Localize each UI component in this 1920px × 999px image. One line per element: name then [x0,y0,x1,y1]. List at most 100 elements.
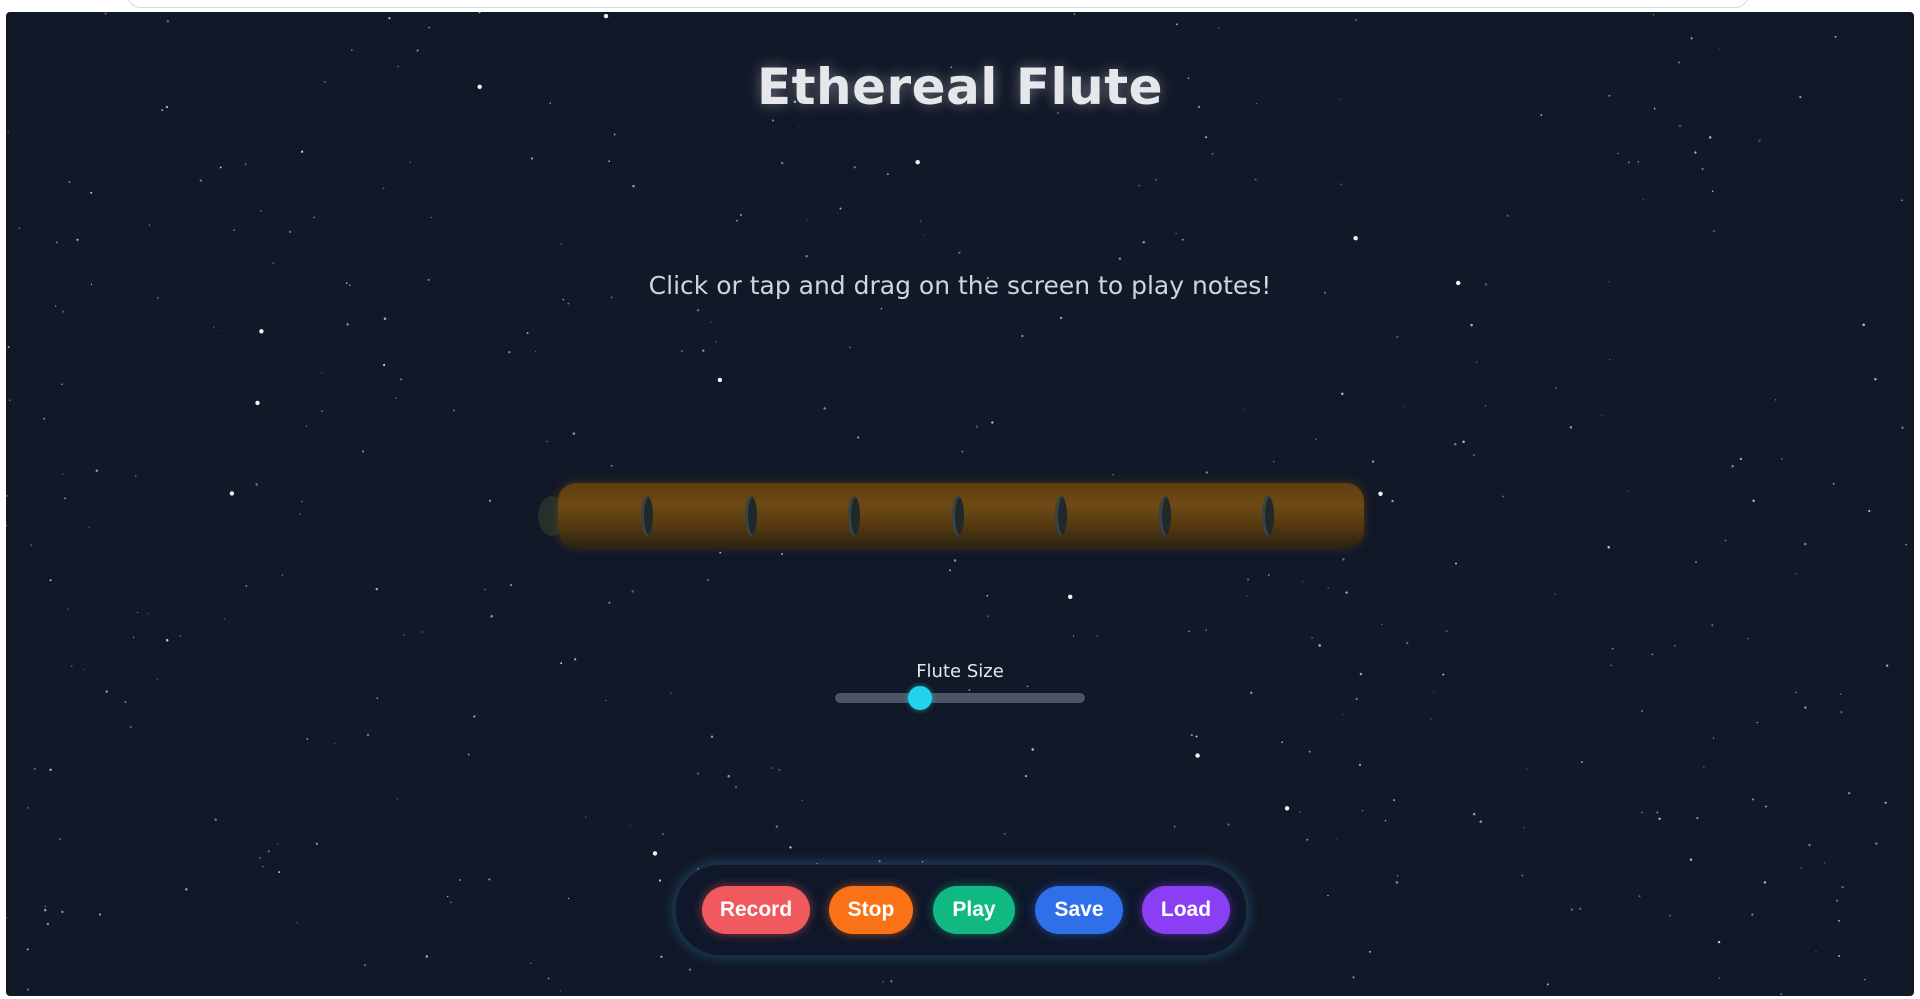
star [233,229,236,232]
star [1445,630,1448,633]
flute-hole-1[interactable] [641,496,653,536]
star [680,350,683,353]
star [1242,409,1245,411]
star [707,578,710,582]
star [375,587,379,591]
star [27,807,29,809]
flute-hole-3[interactable] [848,496,860,536]
star [715,341,717,343]
star [719,551,722,554]
star [605,699,607,701]
flute-app-canvas[interactable]: Ethereal Flute Click or tap and drag on … [6,12,1914,996]
star [299,513,301,515]
star [1804,706,1807,709]
star [383,363,386,367]
star [62,473,64,475]
star [416,49,419,52]
star [1652,13,1655,16]
star [133,636,135,638]
play-button[interactable]: Play [933,886,1015,934]
star [805,254,808,258]
star [1068,594,1073,599]
star [1155,179,1157,181]
star [1905,543,1907,546]
star [306,738,309,741]
star [631,590,634,593]
star [66,608,69,611]
star [886,173,889,176]
star [1764,805,1767,808]
star [1758,139,1761,142]
flute-size-slider[interactable] [835,686,1085,710]
load-button[interactable]: Load [1142,886,1230,934]
star [1024,774,1028,778]
address-bar[interactable] [127,0,1749,8]
star [1774,399,1777,401]
star [798,125,800,127]
star [806,219,808,221]
star [1227,823,1230,826]
star [572,432,576,435]
star [1342,558,1345,561]
star [1607,545,1610,549]
flute-hole-6[interactable] [1159,496,1171,536]
star [473,715,476,718]
star [1026,685,1029,687]
star [1475,361,1478,364]
star [780,161,784,165]
star [214,818,217,821]
star [1815,950,1817,953]
controls-panel: Record Stop Play Save Load [675,864,1247,956]
star [1656,811,1659,814]
star [1318,644,1321,647]
save-button[interactable]: Save [1035,886,1123,934]
star [403,634,405,636]
record-button[interactable]: Record [702,886,810,934]
star [135,475,137,477]
star [305,425,308,427]
flute-hole-5[interactable] [1055,496,1067,536]
star [1800,867,1802,869]
star [421,631,424,633]
flute-hole-7[interactable] [1262,496,1274,536]
star [987,615,990,618]
star [388,17,391,20]
star [1182,238,1184,241]
star [490,614,493,618]
star [446,895,449,898]
star [62,310,65,313]
star [30,544,32,546]
star [559,990,562,992]
star [68,180,71,183]
star [1838,954,1841,958]
flute[interactable] [558,483,1364,547]
star [1250,691,1253,695]
star [991,421,994,424]
star [488,878,491,881]
star [1526,768,1528,770]
star [428,26,430,29]
star [259,856,262,859]
star [1059,316,1063,320]
flute-size-slider-thumb[interactable] [908,686,932,710]
star [546,440,548,443]
star [450,901,452,903]
star [915,160,920,165]
stop-button[interactable]: Stop [829,886,913,934]
star [1284,806,1290,811]
flute-hole-2[interactable] [745,496,757,536]
star [880,307,883,310]
star [1205,136,1208,139]
star [124,700,127,704]
flute-hole-4[interactable] [952,496,964,536]
star [1570,908,1573,911]
star [296,922,298,924]
star [923,234,925,236]
star [530,962,532,964]
star [878,860,881,863]
star [1246,578,1250,581]
star [301,500,303,503]
star [90,191,93,194]
star [670,692,672,694]
browser-top-strip [0,0,1920,12]
